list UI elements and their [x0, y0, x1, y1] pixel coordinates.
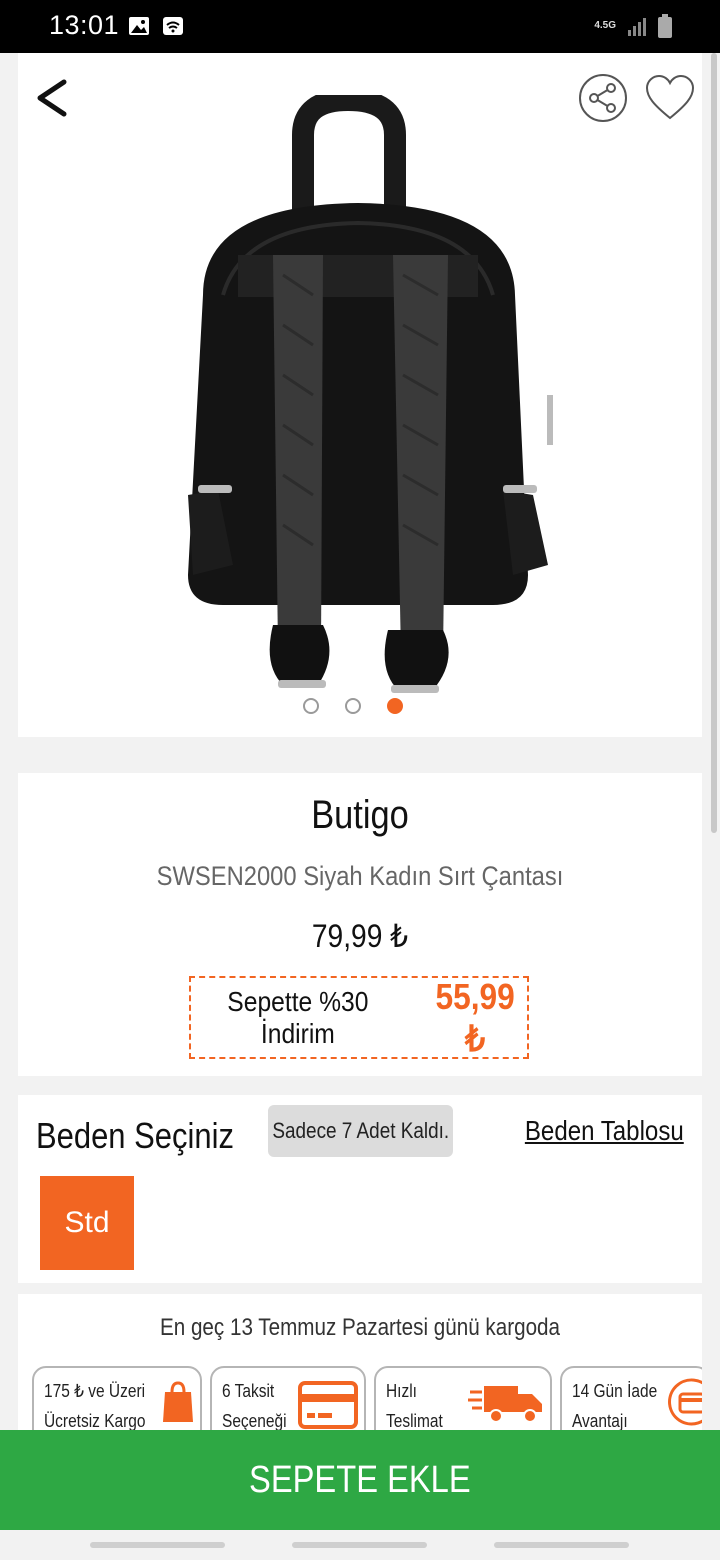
image-pagination [303, 698, 403, 714]
brand-name[interactable]: Butigo [66, 793, 654, 838]
pagination-dot[interactable] [303, 698, 319, 714]
pagination-dot-active[interactable] [387, 698, 403, 714]
feature-line: 175 ₺ ve Üzeri [44, 1381, 146, 1401]
add-to-cart-button[interactable]: SEPETE EKLE [0, 1430, 720, 1530]
feature-return[interactable]: 14 Gün İade Avantajı [560, 1366, 702, 1434]
shopping-bag-icon [163, 1381, 193, 1422]
wifi-icon [163, 17, 183, 35]
status-bar: 13:01 4.5G [0, 0, 720, 53]
feature-line: Teslimat [386, 1411, 443, 1431]
product-photo [188, 95, 553, 693]
battery-icon [658, 14, 672, 38]
shipping-date-text: En geç 13 Temmuz Pazartesi günü kargoda [159, 1314, 561, 1341]
size-table-link[interactable]: Beden Tablosu [525, 1115, 684, 1147]
size-selection-card: Beden Seçiniz Sadece 7 Adet Kaldı. Beden… [18, 1095, 702, 1283]
status-time: 13:01 [49, 10, 120, 40]
product-image-gallery[interactable] [18, 53, 702, 737]
image-icon [129, 17, 149, 35]
product-price: 79,99 ₺ [311, 918, 409, 954]
network-type: 4.5G [594, 20, 616, 31]
add-to-cart-label: SEPETE EKLE [249, 1458, 471, 1501]
stock-badge-text: Sadece 7 Adet Kaldı. [272, 1118, 449, 1143]
share-icon[interactable] [578, 73, 628, 123]
nav-back-button[interactable] [494, 1542, 629, 1548]
discount-text: Sepette %30 İndirim [227, 985, 369, 1049]
scrollbar[interactable] [711, 53, 717, 833]
basket-discount-box: Sepette %30 İndirim 55,99 ₺ [189, 976, 529, 1059]
feature-line: Seçeneği [222, 1411, 287, 1431]
size-option-std[interactable]: Std [40, 1176, 134, 1270]
back-arrow-icon[interactable] [34, 77, 74, 119]
nav-home-button[interactable] [292, 1542, 427, 1548]
delivery-truck-icon [468, 1386, 542, 1423]
product-info-card: Butigo SWSEN2000 Siyah Kadın Sırt Çantas… [18, 773, 702, 1076]
feature-line: 6 Taksit [222, 1381, 275, 1401]
feature-line: Ücretsiz Kargo [44, 1411, 146, 1431]
feature-line: 14 Gün İade [572, 1381, 658, 1401]
discounted-price: 55,99 ₺ [435, 975, 515, 1059]
pagination-dot[interactable] [345, 698, 361, 714]
credit-card-icon [298, 1381, 358, 1429]
product-name: SWSEN2000 Siyah Kadın Sırt Çantası [156, 861, 564, 891]
features-carousel[interactable]: 175 ₺ ve Üzeri Ücretsiz Kargo 6 Taksit Seç… [32, 1366, 702, 1434]
return-icon [668, 1378, 702, 1426]
feature-line: Hızlı [386, 1381, 417, 1401]
stock-badge: Sadece 7 Adet Kaldı. [268, 1105, 453, 1157]
navigation-bar [0, 1530, 720, 1560]
signal-icon [628, 18, 646, 36]
nav-recent-apps-button[interactable] [90, 1542, 225, 1548]
feature-line: Avantajı [572, 1411, 628, 1431]
feature-fast-delivery[interactable]: Hızlı Teslimat [374, 1366, 552, 1434]
size-title: Beden Seçiniz [36, 1115, 234, 1156]
feature-free-shipping[interactable]: 175 ₺ ve Üzeri Ücretsiz Kargo [32, 1366, 202, 1434]
favorite-heart-icon[interactable] [644, 73, 696, 123]
feature-installments[interactable]: 6 Taksit Seçeneği [210, 1366, 366, 1434]
shipping-info-card: En geç 13 Temmuz Pazartesi günü kargoda … [18, 1294, 702, 1434]
